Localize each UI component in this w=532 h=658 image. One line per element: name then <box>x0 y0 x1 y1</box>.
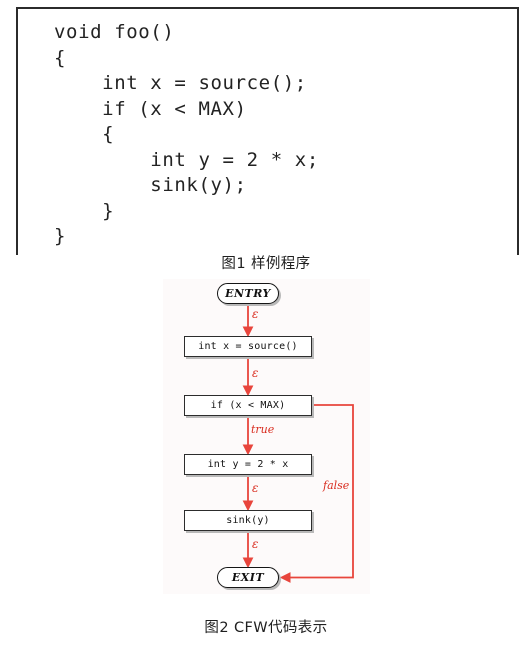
cfg-node-exit[interactable]: EXIT <box>217 567 279 588</box>
edge-label-assign-sink: ε <box>252 481 259 495</box>
edge-label-true: true <box>251 423 275 436</box>
figure2-caption: 图2 CFW代码表示 <box>204 620 328 636</box>
cfg-edges-layer <box>242 304 354 583</box>
figure1-caption: 图1 样例程序 <box>221 256 311 272</box>
cfg-node-source[interactable]: int x = source() <box>184 336 312 357</box>
edge-label-entry-source: ε <box>252 307 259 321</box>
cfg-node-if[interactable]: if (x < MAX) <box>184 395 312 416</box>
code-listing-frame: void foo() { int x = source(); if (x < M… <box>16 7 519 255</box>
source-code-block: void foo() { int x = source(); if (x < M… <box>54 21 319 247</box>
cfg-diagram-panel: ENTRY int x = source() if (x < MAX) int … <box>163 279 370 594</box>
cfg-node-entry[interactable]: ENTRY <box>217 283 279 304</box>
cfg-node-sink[interactable]: sink(y) <box>184 510 312 531</box>
cfg-node-assign[interactable]: int y = 2 * x <box>184 454 312 475</box>
edge-label-source-if: ε <box>252 366 259 380</box>
edge-label-false: false <box>323 479 350 492</box>
edge-label-sink-exit: ε <box>252 537 259 551</box>
